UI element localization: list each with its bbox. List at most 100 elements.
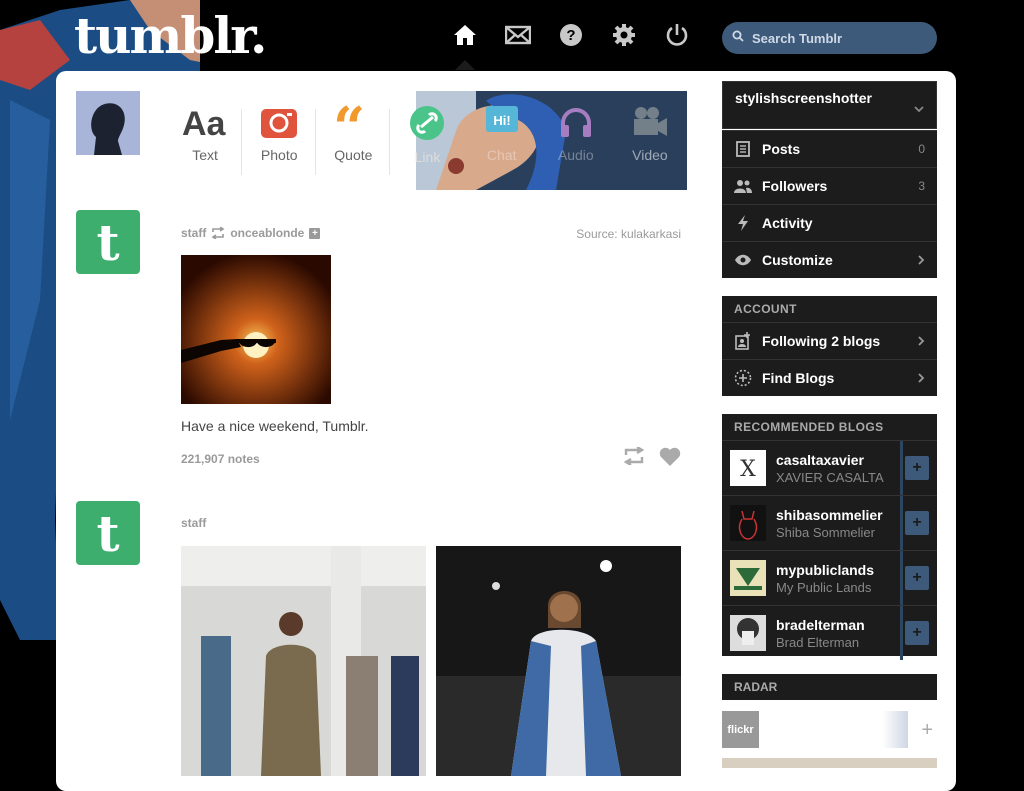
- post-video-button[interactable]: Video: [613, 91, 687, 190]
- blog-avatar: X: [730, 450, 766, 486]
- chevron-down-icon: [914, 100, 924, 118]
- blog-switcher[interactable]: stylishscreenshotter: [722, 81, 937, 129]
- sidebar-item-label: Followers: [762, 178, 828, 194]
- search-input[interactable]: [750, 29, 924, 47]
- power-icon[interactable]: [664, 20, 690, 50]
- post-caption: Have a nice weekend, Tumblr.: [181, 418, 369, 434]
- post-author[interactable]: staff: [181, 226, 206, 240]
- divider: [900, 606, 903, 660]
- chevron-right-icon: [918, 333, 925, 349]
- chevron-right-icon: [918, 370, 925, 386]
- reblog-icon: [211, 227, 225, 239]
- radar-fade: [882, 711, 908, 748]
- sidebar-item-find-blogs[interactable]: Find Blogs: [722, 359, 937, 396]
- camera-icon: [261, 109, 298, 138]
- post-quote-button[interactable]: “ Quote: [316, 91, 391, 190]
- post-link-button[interactable]: Link: [390, 91, 464, 190]
- quote-icon: “: [333, 105, 365, 139]
- reblogged-from[interactable]: onceablonde: [230, 226, 304, 240]
- like-button[interactable]: [659, 447, 681, 472]
- follow-button[interactable]: +: [905, 566, 929, 590]
- divider: [900, 551, 903, 605]
- post-photo[interactable]: [181, 546, 426, 776]
- post-chat-button[interactable]: Hi! Chat: [465, 91, 539, 190]
- sidebar-item-posts[interactable]: Posts 0: [722, 130, 937, 167]
- post-actions: [623, 445, 681, 472]
- radar-item[interactable]: flickr +: [722, 711, 937, 749]
- svg-text:X: X: [740, 457, 756, 482]
- post-text-button[interactable]: Aa Text: [168, 91, 243, 190]
- text-icon: Aa: [182, 105, 227, 139]
- post-photo[interactable]: [436, 546, 681, 776]
- sidebar-item-followers[interactable]: Followers 3: [722, 167, 937, 204]
- settings-icon[interactable]: [611, 20, 637, 50]
- post-author-avatar[interactable]: t: [76, 210, 140, 274]
- recommended-blog-row[interactable]: mypubliclands My Public Lands +: [722, 550, 937, 605]
- reblog-button[interactable]: [623, 445, 645, 472]
- recommended-blog-row[interactable]: shibasommelier Shiba Sommelier +: [722, 495, 937, 550]
- recommended-blog-row[interactable]: X casaltaxavier XAVIER CASALTA +: [722, 440, 937, 495]
- recommended-blog-row[interactable]: bradelterman Brad Elterman +: [722, 605, 937, 660]
- sidebar-item-activity[interactable]: Activity: [722, 204, 937, 241]
- find-blogs-icon: [734, 369, 752, 387]
- follow-button[interactable]: +: [905, 511, 929, 535]
- tumblr-logo[interactable]: tumblr.: [74, 8, 267, 64]
- home-icon[interactable]: [452, 20, 478, 50]
- help-icon[interactable]: ?: [558, 20, 584, 50]
- followers-count: 3: [918, 179, 925, 193]
- blog-name: stylishscreenshotter: [735, 90, 872, 106]
- account-title: ACCOUNT: [734, 302, 797, 316]
- mail-icon[interactable]: [505, 20, 531, 50]
- active-nav-caret: [455, 60, 475, 70]
- blog-avatar: [730, 560, 766, 596]
- account-section: ACCOUNT Following 2 blogs Find Blogs: [722, 296, 937, 396]
- sidebar-item-label: Activity: [762, 215, 813, 231]
- post-video-label: Video: [632, 147, 668, 163]
- headphones-icon: [560, 108, 591, 137]
- activity-icon: [734, 214, 752, 232]
- follow-button[interactable]: +: [905, 456, 929, 480]
- search-icon: [732, 29, 744, 47]
- sidebar-item-following[interactable]: Following 2 blogs: [722, 322, 937, 359]
- blog-avatar: [730, 505, 766, 541]
- search-bar[interactable]: [722, 22, 937, 54]
- post-author-avatar[interactable]: t: [76, 501, 140, 565]
- post-photo-button[interactable]: Photo: [242, 91, 317, 190]
- post-photo-label: Photo: [260, 147, 298, 163]
- svg-text:Hi!: Hi!: [493, 113, 510, 128]
- svg-text:t: t: [96, 509, 119, 557]
- follow-plus-icon[interactable]: +: [309, 227, 321, 239]
- post-audio-button[interactable]: Audio: [539, 91, 613, 190]
- link-icon: [410, 106, 445, 140]
- svg-text:Aa: Aa: [182, 105, 227, 139]
- recommended-blogs: RECOMMENDED BLOGS X casaltaxavier XAVIER…: [722, 414, 937, 660]
- post-meta: staff onceablonde +: [181, 226, 321, 240]
- flickr-badge: flickr: [722, 711, 759, 748]
- post-photo[interactable]: [181, 255, 331, 404]
- video-icon: [633, 107, 667, 136]
- my-avatar[interactable]: [76, 91, 140, 155]
- post-author[interactable]: staff: [181, 516, 206, 530]
- tumblr-t-icon: t: [96, 218, 119, 266]
- follow-button[interactable]: +: [905, 621, 929, 645]
- divider: [900, 441, 903, 495]
- post-notes[interactable]: 221,907 notes: [181, 452, 260, 466]
- radar-preview: [722, 758, 937, 768]
- top-nav: ?: [452, 20, 690, 50]
- post-chat-label: Chat: [486, 147, 517, 163]
- post-type-bar: Aa Text Photo “ Quote Link Hi! Chat Audi…: [168, 91, 687, 190]
- sidebar-item-label: Customize: [762, 252, 833, 268]
- post-meta: staff: [181, 516, 206, 530]
- post-quote-label: Quote: [334, 147, 373, 163]
- post-source[interactable]: Source: kulakarkasi: [576, 227, 681, 241]
- chevron-right-icon: [918, 252, 925, 268]
- radar-title: RADAR: [722, 674, 937, 700]
- sidebar-item-label: Posts: [762, 141, 801, 157]
- followers-icon: [734, 177, 752, 195]
- blog-avatar: [730, 615, 766, 651]
- post-audio-label: Audio: [557, 147, 594, 163]
- posts-count: 0: [918, 142, 925, 156]
- divider: [900, 496, 903, 550]
- sidebar-item-customize[interactable]: Customize: [722, 241, 937, 278]
- plus-icon[interactable]: +: [921, 719, 933, 742]
